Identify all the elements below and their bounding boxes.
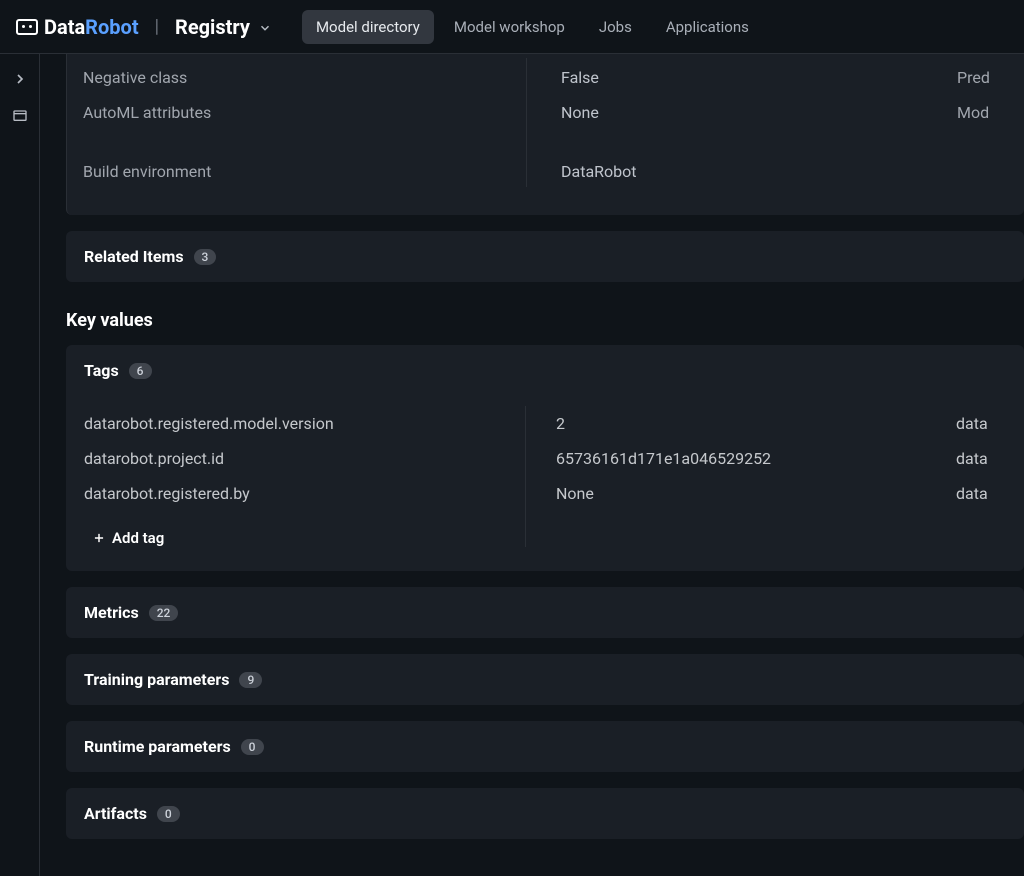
runtime-parameters-title: Runtime parameters [84, 737, 231, 756]
runtime-parameters-section: Runtime parameters 0 [66, 721, 1024, 772]
training-parameters-count: 9 [239, 672, 262, 688]
chevron-down-icon [258, 21, 272, 35]
key-values-heading: Key values [66, 310, 1024, 331]
topbar: DataRobot | Registry Model directory Mod… [0, 0, 1024, 54]
related-items-header[interactable]: Related Items 3 [66, 231, 1024, 282]
model-properties-card: Negative class AutoML attributes Build e… [66, 54, 1024, 215]
runtime-parameters-count: 0 [241, 739, 264, 755]
training-parameters-header[interactable]: Training parameters 9 [66, 654, 1024, 705]
add-tag-button[interactable]: Add tag [84, 511, 525, 547]
expand-rail-button[interactable] [7, 66, 33, 92]
artifacts-count: 0 [157, 806, 180, 822]
metrics-title: Metrics [84, 603, 139, 622]
prop-value-build-environment: DataRobot [561, 128, 933, 187]
brand-logo[interactable]: DataRobot [16, 15, 139, 39]
tag-value: 2 [556, 406, 956, 441]
tag-key: datarobot.project.id [84, 441, 525, 476]
nav-tab-model-workshop[interactable]: Model workshop [440, 10, 579, 44]
nav-tab-model-directory[interactable]: Model directory [302, 10, 434, 44]
left-rail [0, 54, 40, 876]
package-icon [12, 107, 28, 123]
tag-key-right: data [956, 406, 1024, 441]
tag-value: 65736161d171e1a046529252 [556, 441, 956, 476]
prop-label-mod: Mod [957, 93, 1000, 128]
training-parameters-section: Training parameters 9 [66, 654, 1024, 705]
metrics-header[interactable]: Metrics 22 [66, 587, 1024, 638]
training-parameters-title: Training parameters [84, 670, 229, 689]
nav-tabs: Model directory Model workshop Jobs Appl… [302, 10, 763, 44]
brand-robot: Robot [85, 15, 138, 39]
related-items-count: 3 [194, 249, 217, 265]
tags-header[interactable]: Tags 6 [66, 345, 1024, 396]
nav-tab-applications[interactable]: Applications [652, 10, 763, 44]
runtime-parameters-header[interactable]: Runtime parameters 0 [66, 721, 1024, 772]
brand-data: Data [44, 15, 85, 39]
context-switcher[interactable]: Registry [175, 15, 272, 39]
nav-tab-jobs[interactable]: Jobs [585, 10, 646, 44]
tags-title: Tags [84, 361, 119, 380]
add-tag-label: Add tag [112, 529, 164, 547]
tag-key-right: data [956, 476, 1024, 511]
context-name: Registry [175, 15, 250, 39]
tag-key: datarobot.registered.by [84, 476, 525, 511]
divider: | [155, 16, 159, 37]
related-items-section: Related Items 3 [66, 231, 1024, 282]
plus-icon [92, 531, 106, 545]
prop-value-automl-attributes: None [561, 93, 933, 128]
related-items-title: Related Items [84, 247, 184, 266]
tag-key: datarobot.registered.model.version [84, 406, 525, 441]
robot-icon [16, 19, 38, 35]
prop-label-automl-attributes: AutoML attributes [83, 93, 502, 128]
artifacts-title: Artifacts [84, 804, 147, 823]
tag-key-right: data [956, 441, 1024, 476]
rail-item-registry[interactable] [7, 102, 33, 128]
tag-value: None [556, 476, 956, 511]
tags-section: Tags 6 datarobot.registered.model.versio… [66, 345, 1024, 571]
chevron-right-icon [12, 71, 28, 87]
prop-label-build-environment: Build environment [83, 128, 502, 187]
artifacts-section: Artifacts 0 [66, 788, 1024, 839]
metrics-section: Metrics 22 [66, 587, 1024, 638]
artifacts-header[interactable]: Artifacts 0 [66, 788, 1024, 839]
tags-count: 6 [129, 363, 152, 379]
prop-label-negative-class: Negative class [83, 58, 502, 93]
prop-label-pred: Pred [957, 58, 1000, 93]
prop-value-negative-class: False [561, 58, 933, 93]
metrics-count: 22 [149, 605, 179, 621]
main-content: Negative class AutoML attributes Build e… [40, 54, 1024, 876]
